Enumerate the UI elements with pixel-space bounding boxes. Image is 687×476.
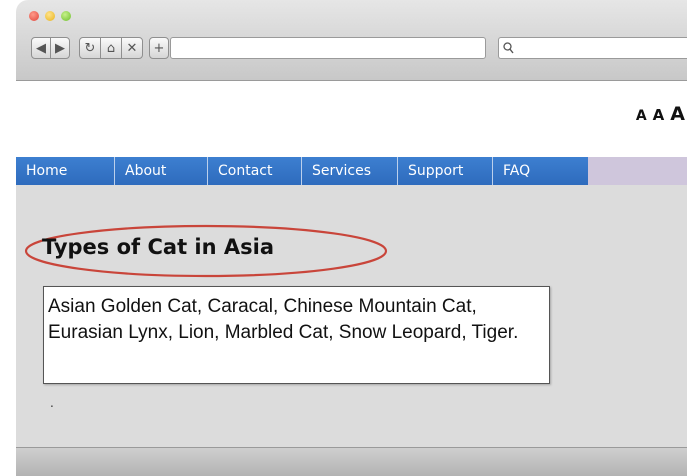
text-size-medium-button[interactable]: A xyxy=(653,106,665,124)
forward-arrow-icon: ▶ xyxy=(55,40,65,56)
browser-toolbar: ◀ ▶ ↻ ⌂ ✕ + xyxy=(16,0,687,81)
reload-icon: ↻ xyxy=(84,40,96,56)
text-size-large-button[interactable]: A xyxy=(670,103,685,125)
description-box: Asian Golden Cat, Caracal, Chinese Mount… xyxy=(43,286,550,384)
minimize-window-button[interactable] xyxy=(45,11,55,21)
back-button[interactable]: ◀ xyxy=(31,37,51,59)
text-size-controls: A A A xyxy=(636,103,685,125)
stop-button[interactable]: ✕ xyxy=(121,37,143,59)
description-text: Asian Golden Cat, Caracal, Chinese Mount… xyxy=(48,296,519,343)
menu-item-home[interactable]: Home xyxy=(16,157,115,185)
search-icon xyxy=(503,42,514,54)
navigation-bar: Home About Contact Services Support FAQ xyxy=(16,157,687,185)
text-size-small-button[interactable]: A xyxy=(636,108,647,124)
reload-button[interactable]: ↻ xyxy=(79,37,101,59)
new-tab-button[interactable]: + xyxy=(149,37,169,59)
maximize-window-button[interactable] xyxy=(61,11,71,21)
menu-item-contact[interactable]: Contact xyxy=(208,157,302,185)
menu-item-services[interactable]: Services xyxy=(302,157,398,185)
status-bar xyxy=(16,447,687,476)
menu-item-about[interactable]: About xyxy=(115,157,208,185)
main-content: Types of Cat in Asia Asian Golden Cat, C… xyxy=(16,185,687,448)
page-viewport: A A A Home About Contact Services Suppor… xyxy=(16,81,687,448)
menu-item-support[interactable]: Support xyxy=(398,157,493,185)
menu-item-faq[interactable]: FAQ xyxy=(493,157,588,185)
main-menu: Home About Contact Services Support FAQ xyxy=(16,157,588,185)
stray-mark: . xyxy=(50,396,54,410)
search-bar[interactable] xyxy=(498,37,687,59)
home-button[interactable]: ⌂ xyxy=(100,37,122,59)
address-bar[interactable] xyxy=(170,37,486,59)
home-icon: ⌂ xyxy=(106,40,116,56)
close-window-button[interactable] xyxy=(29,11,39,21)
forward-button[interactable]: ▶ xyxy=(50,37,70,59)
close-icon: ✕ xyxy=(126,40,138,56)
page-heading: Types of Cat in Asia xyxy=(42,235,274,259)
plus-icon: + xyxy=(153,40,165,56)
back-arrow-icon: ◀ xyxy=(36,40,46,56)
